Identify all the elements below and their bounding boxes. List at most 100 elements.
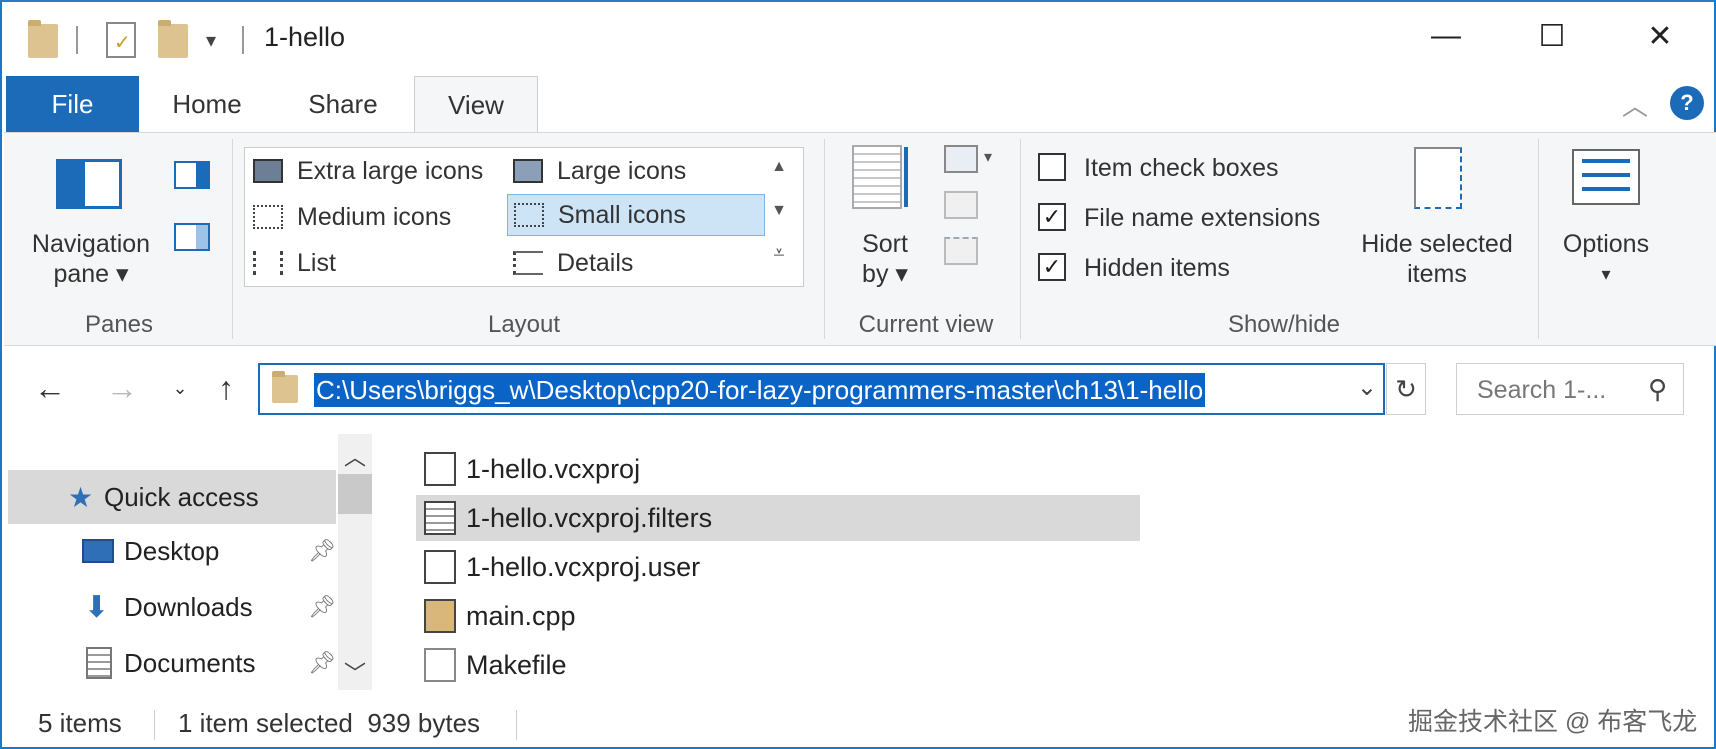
file-name: 1-hello.vcxproj xyxy=(466,453,641,484)
layout-group-label: Layout xyxy=(487,311,561,338)
size-columns-icon xyxy=(944,237,978,265)
small-icons-icon xyxy=(514,203,544,227)
search-box[interactable]: Search 1-... ⚲ xyxy=(1456,363,1684,415)
group-by-dropdown-icon[interactable]: ▾ xyxy=(984,147,992,167)
vs-user-icon xyxy=(424,550,456,584)
scroll-down-icon[interactable]: ﹀ xyxy=(338,656,372,688)
file-row[interactable]: main.cpp xyxy=(416,593,1140,639)
address-bar[interactable]: C:\Users\briggs_w\Desktop\cpp20-for-lazy… xyxy=(258,363,1385,415)
hidden-items-checkbox[interactable]: ✓ xyxy=(1038,253,1066,281)
layout-item-label: Details xyxy=(557,248,634,277)
new-folder-icon[interactable] xyxy=(158,20,188,58)
layout-details[interactable]: Details xyxy=(507,242,737,284)
sort-by-dropdown[interactable]: by ▾ xyxy=(840,259,930,289)
file-name: 1-hello.vcxproj.user xyxy=(466,551,701,582)
pin-icon[interactable]: 📌︎ xyxy=(308,594,336,620)
group-divider xyxy=(824,139,825,339)
tab-share[interactable]: Share xyxy=(286,76,400,132)
folder-icon xyxy=(272,371,298,403)
options-dropdown-icon[interactable]: ▾ xyxy=(1544,259,1668,289)
options-button[interactable]: Options xyxy=(1544,229,1668,259)
layout-scroll-up-icon[interactable]: ▲ xyxy=(764,147,794,187)
options-icon[interactable] xyxy=(1572,149,1640,205)
search-placeholder: Search 1-... xyxy=(1477,376,1607,404)
help-icon[interactable]: ? xyxy=(1670,86,1704,120)
file-name: main.cpp xyxy=(466,600,576,631)
pin-icon[interactable]: 📌︎ xyxy=(308,538,336,564)
preview-pane-icon[interactable] xyxy=(174,161,210,189)
file-row[interactable]: 1-hello.vcxproj.filters xyxy=(416,495,1140,541)
group-by-icon[interactable] xyxy=(944,145,978,173)
collapse-ribbon-icon[interactable]: ︿ xyxy=(1622,86,1648,123)
forward-button[interactable]: → xyxy=(100,366,144,410)
file-row[interactable]: 1-hello.vcxproj xyxy=(416,446,1140,492)
navigation-pane-label[interactable]: Navigation xyxy=(18,229,164,259)
group-divider xyxy=(1538,139,1539,339)
layout-scroll-down-icon[interactable]: ▼ xyxy=(764,191,794,231)
properties-icon[interactable]: ✓ xyxy=(106,22,136,58)
back-button[interactable]: ← xyxy=(28,366,72,410)
close-button[interactable]: ✕ xyxy=(1630,12,1690,60)
layout-large-icons[interactable]: Large icons xyxy=(507,150,737,192)
cpp-file-icon xyxy=(424,599,456,633)
documents-icon xyxy=(86,647,112,679)
layout-gallery: Extra large icons Large icons Medium ico… xyxy=(244,147,804,287)
layout-item-label: Small icons xyxy=(558,200,686,229)
search-icon[interactable]: ⚲ xyxy=(1648,374,1667,405)
maximize-button[interactable]: ☐ xyxy=(1522,12,1582,60)
group-divider xyxy=(1020,139,1021,339)
address-dropdown-icon[interactable]: ⌄ xyxy=(1357,373,1377,402)
tab-file[interactable]: File xyxy=(6,76,139,132)
layout-extra-large-icons[interactable]: Extra large icons xyxy=(247,150,503,192)
item-check-boxes-label: Item check boxes xyxy=(1084,154,1279,182)
file-row[interactable]: 1-hello.vcxproj.user xyxy=(416,544,1140,590)
file-name: 1-hello.vcxproj.filters xyxy=(466,502,713,533)
customize-toolbar-icon[interactable]: ▾ xyxy=(206,28,216,53)
hide-selected-items-icon[interactable] xyxy=(1414,147,1462,209)
large-icons-icon xyxy=(513,159,543,183)
add-columns-icon xyxy=(944,191,978,219)
layout-item-label: Medium icons xyxy=(297,202,452,231)
current-view-group-label: Current view xyxy=(858,311,994,338)
layout-small-icons[interactable]: Small icons xyxy=(507,194,765,236)
recent-locations-button[interactable]: ⌄ xyxy=(158,366,202,410)
hide-selected-items-label[interactable]: Hide selected xyxy=(1352,229,1522,259)
navigation-pane-icon[interactable] xyxy=(56,159,122,209)
navigation-pane: ★ Quick access Desktop 📌︎ ⬇ Downloads 📌︎… xyxy=(4,434,374,690)
navigation-pane-dropdown[interactable]: pane ▾ xyxy=(18,259,164,289)
status-divider xyxy=(154,710,155,740)
filters-icon xyxy=(424,501,456,535)
pin-icon[interactable]: 📌︎ xyxy=(308,650,336,676)
scrollbar-thumb[interactable] xyxy=(338,474,372,514)
up-button[interactable]: ↑ xyxy=(204,366,248,410)
layout-expand-icon[interactable]: ⩡ xyxy=(764,233,794,273)
tab-home[interactable]: Home xyxy=(152,76,262,132)
vcxproj-icon xyxy=(424,452,456,486)
layout-item-label: Large icons xyxy=(557,156,687,185)
nav-item-documents[interactable]: Documents 📌︎ xyxy=(8,636,336,690)
toolbar-divider xyxy=(242,26,244,54)
scroll-up-icon[interactable]: ︿ xyxy=(338,440,372,472)
file-name-extensions-checkbox[interactable]: ✓ xyxy=(1038,203,1066,231)
nav-item-desktop[interactable]: Desktop 📌︎ xyxy=(8,524,336,578)
sort-by-icon[interactable] xyxy=(852,145,908,209)
layout-list[interactable]: List xyxy=(247,242,503,284)
sort-by-label[interactable]: Sort xyxy=(840,229,930,259)
file-row[interactable]: Makefile xyxy=(416,642,1140,688)
layout-medium-icons[interactable]: Medium icons xyxy=(247,196,503,238)
nav-item-quick-access[interactable]: ★ Quick access xyxy=(8,470,336,524)
nav-item-label: Documents xyxy=(124,647,256,678)
nav-pane-scrollbar[interactable]: ︿ ﹀ xyxy=(338,434,372,690)
hide-selected-items-label-line2: items xyxy=(1407,260,1467,288)
refresh-button[interactable]: ↻ xyxy=(1386,363,1426,415)
item-check-boxes-checkbox[interactable] xyxy=(1038,153,1066,181)
minimize-button[interactable]: — xyxy=(1416,12,1476,60)
tab-view[interactable]: View xyxy=(414,76,538,134)
address-path[interactable]: C:\Users\briggs_w\Desktop\cpp20-for-lazy… xyxy=(314,373,1206,407)
item-count: 5 items xyxy=(38,708,122,738)
nav-item-downloads[interactable]: ⬇ Downloads 📌︎ xyxy=(8,580,336,634)
window-title: 1-hello xyxy=(264,22,346,52)
toolbar-divider xyxy=(76,26,78,54)
list-icon xyxy=(253,251,283,275)
details-pane-icon[interactable] xyxy=(174,223,210,251)
